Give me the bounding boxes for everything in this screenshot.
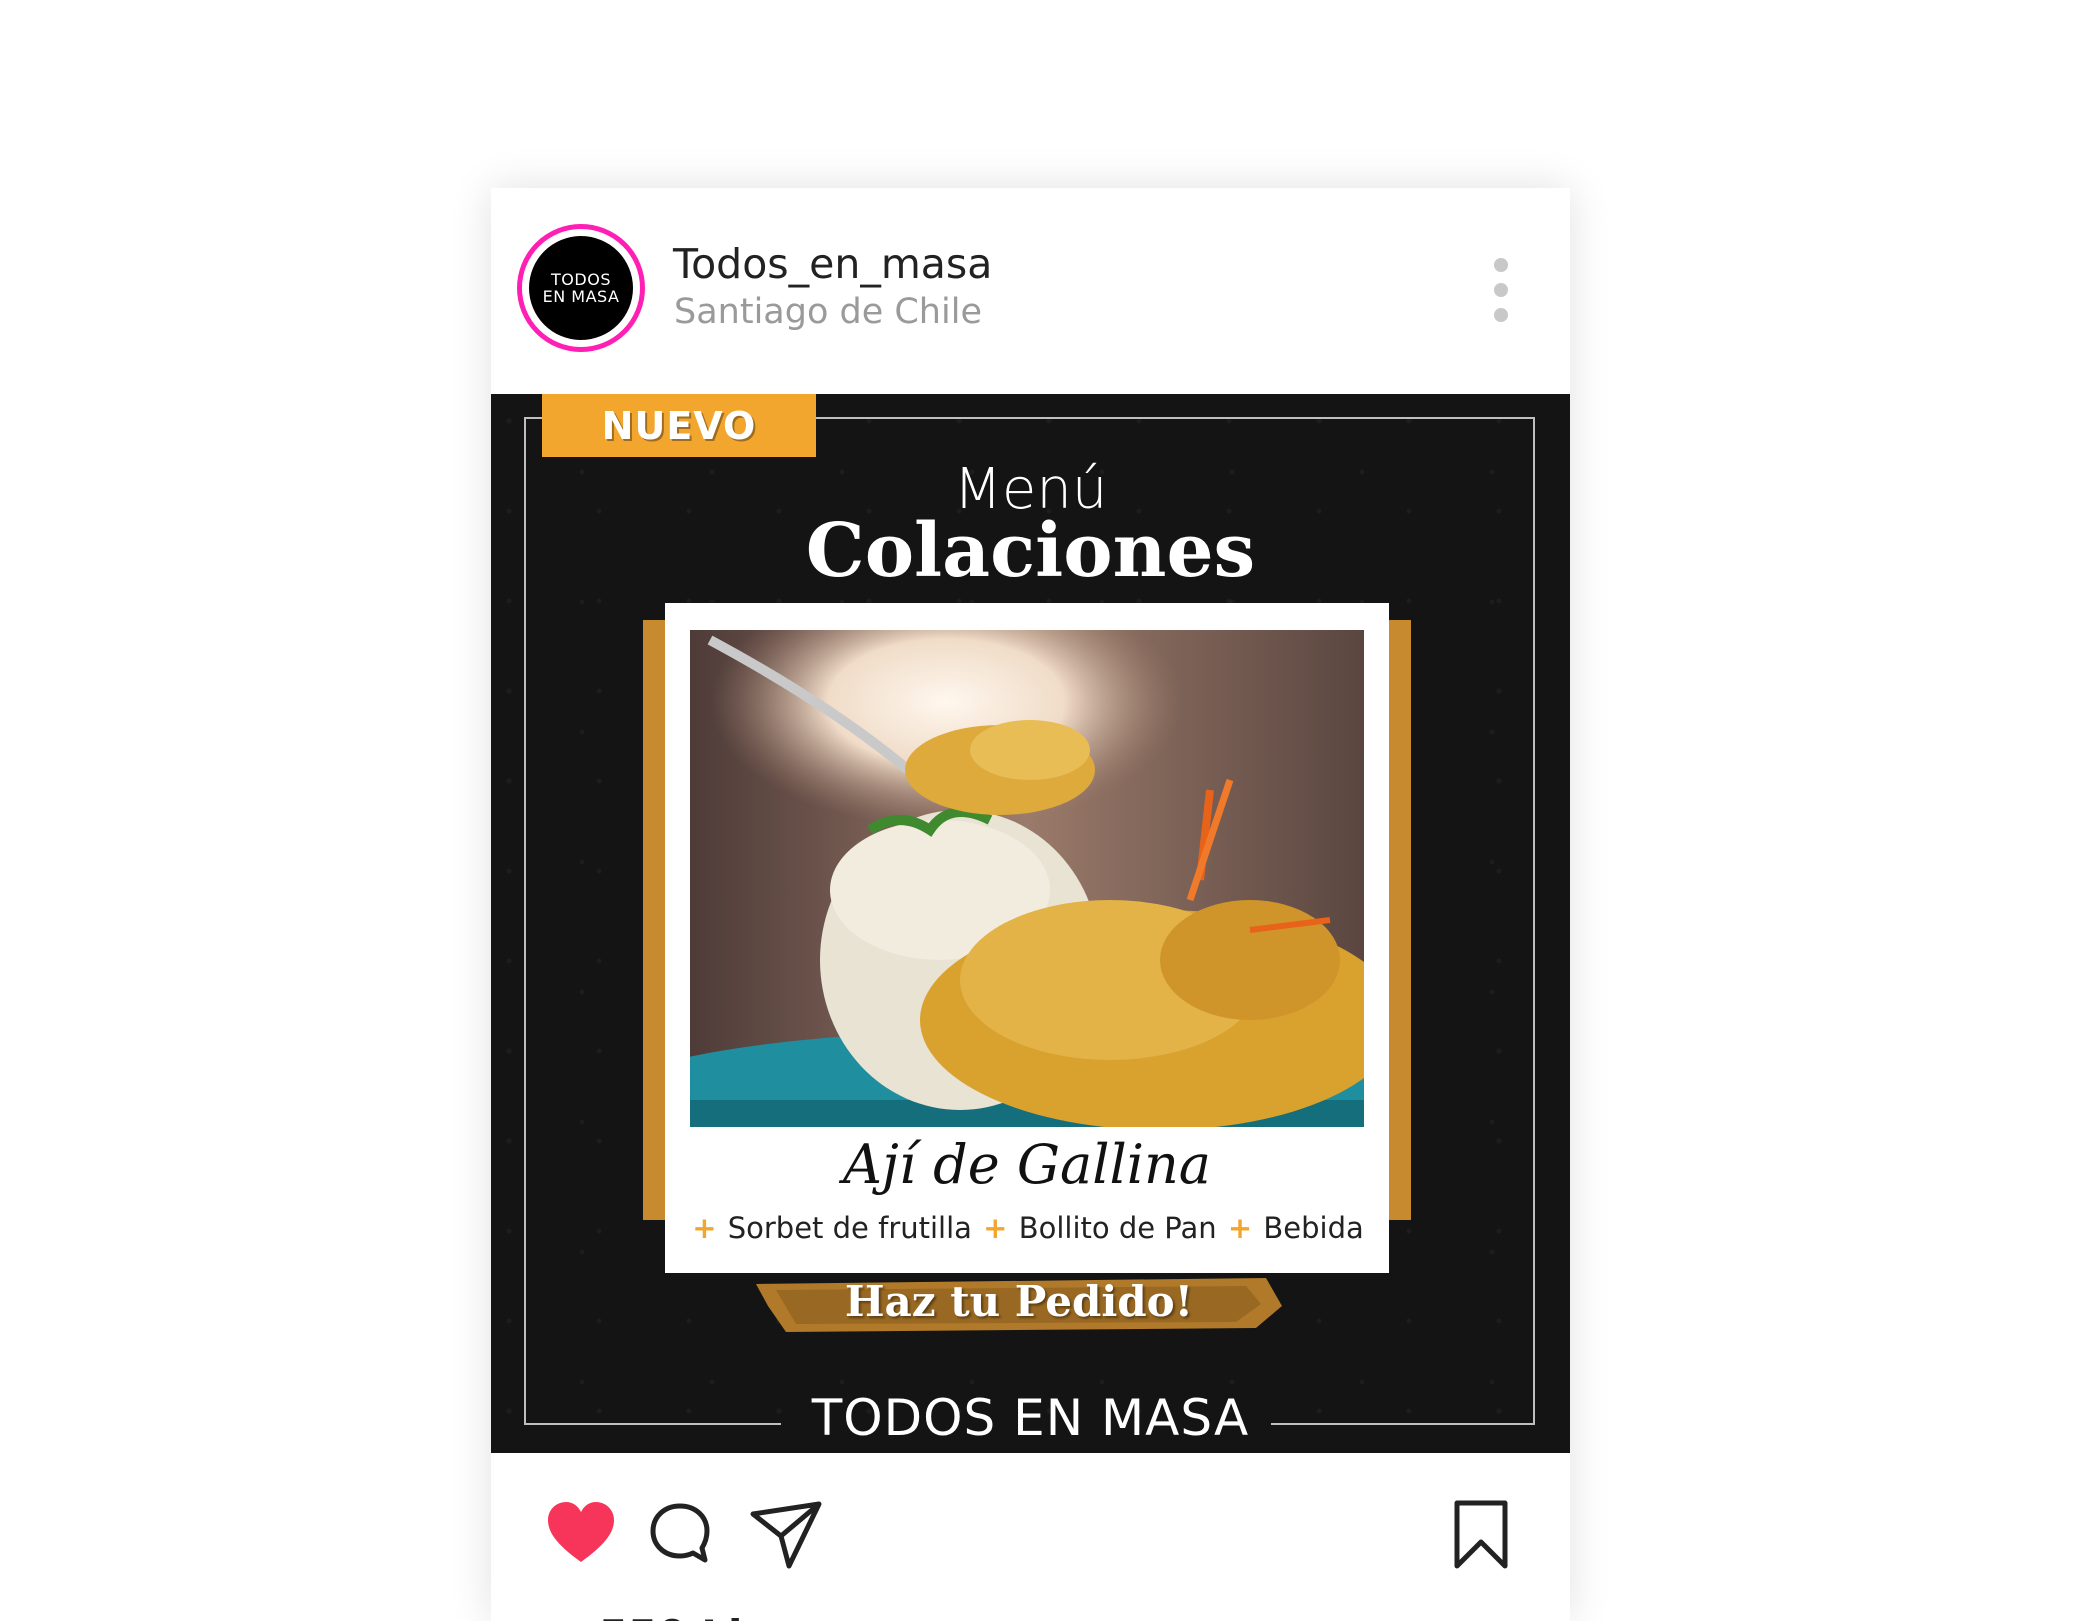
comment-icon[interactable] bbox=[649, 1500, 711, 1570]
photo-card: Ají de Gallina + Sorbet de frutilla + Bo… bbox=[665, 603, 1389, 1273]
side-item: Bebida bbox=[1263, 1211, 1364, 1245]
plus-icon: + bbox=[983, 1211, 1008, 1245]
avatar-text-line2: EN MASA bbox=[542, 287, 620, 306]
avatar-logo: TODOS EN MASA bbox=[529, 236, 633, 340]
profile-avatar[interactable]: TODOS EN MASA bbox=[517, 224, 645, 352]
dish-photo bbox=[690, 630, 1364, 1127]
order-cta: Haz tu Pedido! bbox=[844, 1277, 1194, 1326]
username[interactable]: Todos_en_masa bbox=[673, 240, 992, 288]
sides-list: + Sorbet de frutilla + Bollito de Pan + … bbox=[665, 1211, 1389, 1245]
likes-count[interactable]: 550 Li bbox=[599, 1611, 742, 1621]
dish-name: Ají de Gallina bbox=[843, 1133, 1211, 1196]
location[interactable]: Santiago de Chile bbox=[674, 292, 982, 332]
bookmark-icon[interactable] bbox=[1453, 1500, 1509, 1570]
post-card: TODOS EN MASA Todos_en_masa Santiago de … bbox=[491, 188, 1570, 1621]
post-image[interactable]: NUEVO Menú Colaciones Ají de Gallina + S… bbox=[491, 394, 1570, 1453]
brand-footer: TODOS EN MASA bbox=[811, 1389, 1250, 1447]
avatar-text-line1: TODOS bbox=[551, 270, 611, 289]
side-item: Bollito de Pan bbox=[1018, 1211, 1217, 1245]
more-options-icon[interactable] bbox=[1492, 258, 1510, 322]
new-badge: NUEVO bbox=[542, 394, 816, 457]
plus-icon: + bbox=[1227, 1211, 1253, 1245]
plus-icon: + bbox=[692, 1211, 717, 1245]
heart-icon[interactable] bbox=[546, 1500, 616, 1570]
side-item: Sorbet de frutilla bbox=[727, 1211, 972, 1245]
send-icon[interactable] bbox=[749, 1500, 823, 1570]
menu-subtitle: Colaciones bbox=[805, 508, 1256, 594]
